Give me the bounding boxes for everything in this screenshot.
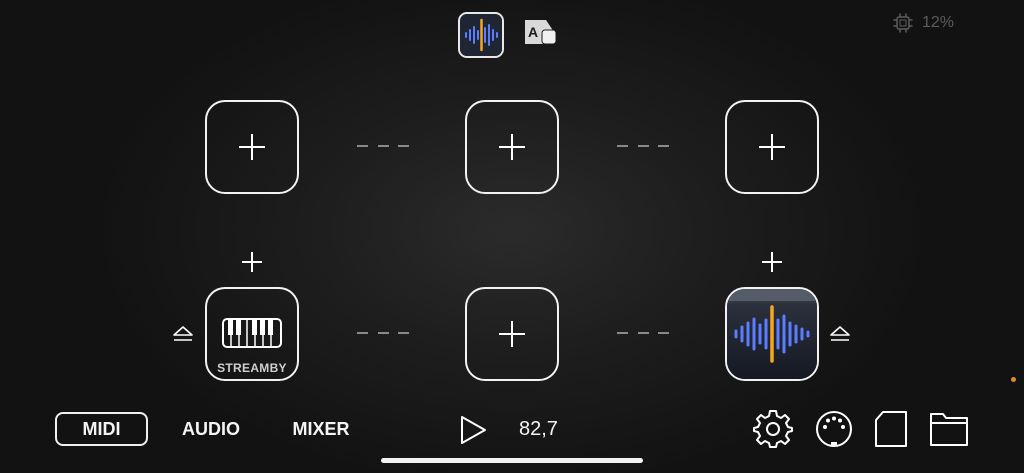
play-icon[interactable] bbox=[458, 414, 488, 446]
audiobus-app-icon[interactable]: A bbox=[520, 12, 560, 58]
home-indicator[interactable] bbox=[381, 458, 643, 463]
tab-audio[interactable]: AUDIO bbox=[178, 412, 244, 446]
connector-top-right bbox=[617, 145, 669, 149]
ab-app-icon: A bbox=[525, 20, 557, 45]
waveform-icon bbox=[727, 289, 817, 379]
midi-din-icon[interactable] bbox=[814, 409, 854, 449]
eject-icon[interactable] bbox=[829, 325, 851, 343]
output-slot-waveform-plugin[interactable] bbox=[725, 287, 819, 381]
active-plugin-thumbnail[interactable] bbox=[458, 12, 504, 58]
waveform-icon bbox=[460, 14, 502, 56]
input-slot-top-add[interactable] bbox=[205, 100, 299, 194]
input-slot-streamby[interactable]: STREAMBY bbox=[205, 287, 299, 381]
tab-midi[interactable]: MIDI bbox=[55, 412, 148, 446]
piano-keyboard-icon bbox=[222, 318, 282, 348]
gear-icon[interactable] bbox=[753, 409, 793, 449]
effect-slot-bottom-add[interactable] bbox=[465, 287, 559, 381]
cpu-chip-icon bbox=[893, 13, 913, 33]
audiobus-screen: A 12% STREAMBY MIDI AUDIO MIXER 82,7 bbox=[0, 0, 1024, 473]
add-chain-above-right-plus-icon[interactable] bbox=[761, 251, 783, 273]
connector-bottom-right bbox=[617, 332, 669, 336]
plus-icon bbox=[759, 134, 785, 160]
effect-slot-top-add[interactable] bbox=[465, 100, 559, 194]
tempo-display[interactable]: 82,7 bbox=[519, 418, 558, 441]
cpu-usage-indicator: 12% bbox=[892, 12, 954, 34]
document-icon[interactable] bbox=[872, 409, 912, 449]
plus-icon bbox=[499, 321, 525, 347]
folder-icon[interactable] bbox=[929, 409, 969, 449]
cpu-usage-text: 12% bbox=[922, 14, 955, 31]
plus-icon bbox=[499, 134, 525, 160]
svg-text:A: A bbox=[528, 24, 538, 40]
connector-bottom-left bbox=[357, 332, 409, 336]
output-slot-top-add[interactable] bbox=[725, 100, 819, 194]
slot-caption: STREAMBY bbox=[217, 361, 287, 375]
plus-icon bbox=[239, 134, 265, 160]
connector-top-left bbox=[357, 145, 409, 149]
tab-mixer[interactable]: MIXER bbox=[290, 412, 352, 446]
eject-icon[interactable] bbox=[172, 325, 194, 343]
edge-indicator-dot bbox=[1011, 377, 1016, 382]
add-chain-above-left-plus-icon[interactable] bbox=[241, 251, 263, 273]
